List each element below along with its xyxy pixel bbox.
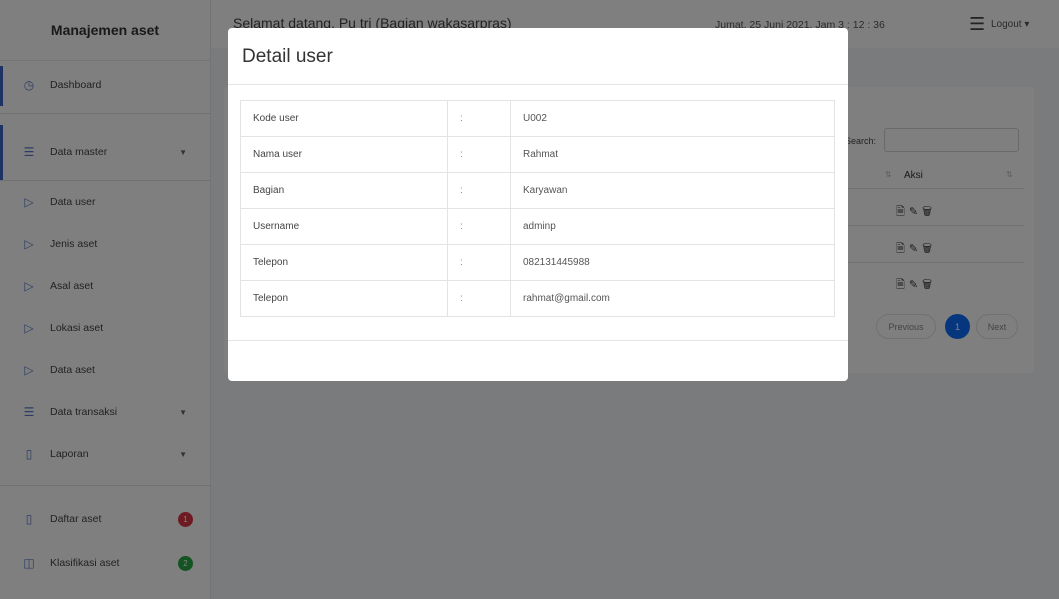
modal-title: Detail user [242,46,333,67]
field-label: Telepon [240,280,448,317]
field-label: Nama user [240,136,448,173]
field-separator: : [447,136,511,173]
field-label: Username [240,208,448,245]
modal-header-divider [228,84,848,85]
table-row: Telepon : 082131445988 [240,244,835,281]
field-value: Rahmat [510,136,835,173]
field-separator: : [447,280,511,317]
field-label: Bagian [240,172,448,209]
field-separator: : [447,172,511,209]
user-detail-table: Kode user : U002 Nama user : Rahmat Bagi… [240,100,835,317]
field-value: Karyawan [510,172,835,209]
field-value: rahmat@gmail.com [510,280,835,317]
table-row: Nama user : Rahmat [240,136,835,173]
table-row: Telepon : rahmat@gmail.com [240,280,835,317]
field-value: adminp [510,208,835,245]
table-row: Username : adminp [240,208,835,245]
field-value: U002 [510,100,835,137]
modal-footer-divider [228,340,848,341]
table-row: Bagian : Karyawan [240,172,835,209]
field-label: Kode user [240,100,448,137]
field-separator: : [447,100,511,137]
field-label: Telepon [240,244,448,281]
detail-user-modal: Detail user Kode user : U002 Nama user :… [228,28,848,381]
table-row: Kode user : U002 [240,100,835,137]
field-value: 082131445988 [510,244,835,281]
field-separator: : [447,244,511,281]
field-separator: : [447,208,511,245]
